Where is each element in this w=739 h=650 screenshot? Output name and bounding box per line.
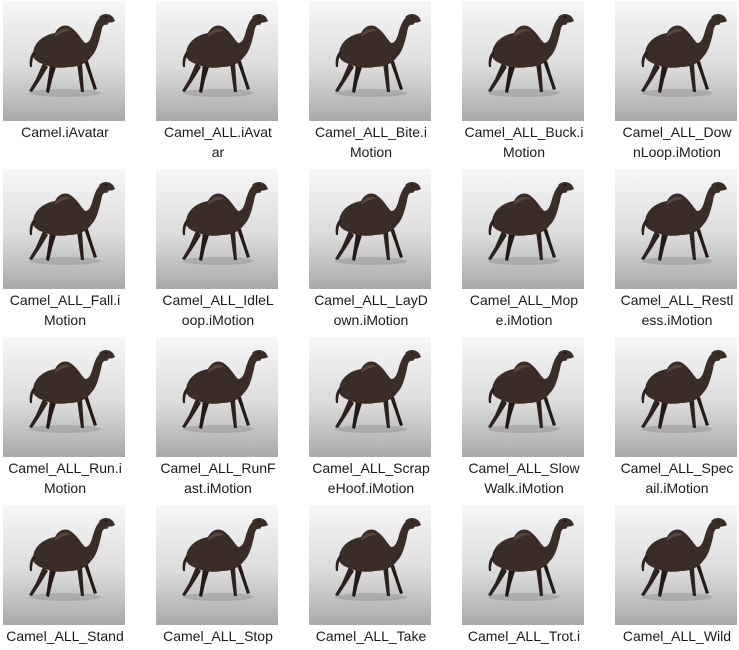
camel-thumbnail-icon xyxy=(3,505,125,625)
file-name-line: Camel_ALL_Slow xyxy=(468,460,580,476)
camel-thumbnail-icon xyxy=(156,1,278,121)
file-name-label: Camel_ALL_Buck.i Motion xyxy=(462,122,586,162)
file-item[interactable]: Camel_ALL_LayD own.iMotion xyxy=(309,169,459,333)
file-name-line: Camel_ALL_RunF xyxy=(160,460,276,476)
file-name-line: Motion xyxy=(502,144,546,160)
file-item[interactable]: Camel_ALL.iAvatar xyxy=(156,1,306,165)
file-name-label: Camel_ALL_Scrap eHoof.iMotion xyxy=(309,458,433,498)
camel-thumbnail-icon xyxy=(309,1,431,121)
camel-thumbnail-icon xyxy=(309,169,431,289)
file-name-line: Camel_ALL_Wild xyxy=(622,628,732,644)
file-item[interactable]: Camel_ALL_Scrap eHoof.iMotion xyxy=(309,337,459,501)
file-name-label: Camel.iAvatar xyxy=(3,122,127,142)
file-name-line: Camel_ALL_Stand xyxy=(6,628,124,644)
file-name-line: Camel_ALL_LayD xyxy=(314,292,428,308)
file-item[interactable]: Camel_ALL_Trot.i xyxy=(462,505,612,650)
file-item[interactable]: Camel_ALL_Spec ail.iMotion xyxy=(615,337,739,501)
file-name-line: ar xyxy=(211,144,225,160)
file-name-label: Camel_ALL_Spec ail.iMotion xyxy=(615,458,739,498)
file-name-label: Camel_ALL_Slow Walk.iMotion xyxy=(462,458,586,498)
file-name-line: nLoop.iMotion xyxy=(633,144,721,160)
file-item[interactable]: Camel_ALL_Bite.i Motion xyxy=(309,1,459,165)
file-item[interactable]: Camel_ALL_Buck.i Motion xyxy=(462,1,612,165)
camel-thumbnail-icon xyxy=(615,505,737,625)
file-name-line: Camel_ALL_Spec xyxy=(620,460,734,476)
camel-thumbnail-icon xyxy=(156,169,278,289)
file-item[interactable]: Camel_ALL_Restl ess.iMotion xyxy=(615,169,739,333)
file-name-line: Camel_ALL_Mop xyxy=(469,292,579,308)
file-item[interactable]: Camel_ALL_Take xyxy=(309,505,459,650)
file-name-label: Camel_ALL_Dow nLoop.iMotion xyxy=(615,122,739,162)
camel-thumbnail-icon xyxy=(615,169,737,289)
file-name-line: eHoof.iMotion xyxy=(327,480,415,496)
file-name-label: Camel_ALL_Fall.i Motion xyxy=(3,290,127,330)
file-item[interactable]: Camel_ALL_Fall.i Motion xyxy=(3,169,153,333)
file-item[interactable]: Camel_ALL_RunF ast.iMotion xyxy=(156,337,306,501)
file-name-label: Camel_ALL_LayD own.iMotion xyxy=(309,290,433,330)
file-name-label: Camel_ALL_Run.i Motion xyxy=(3,458,127,498)
file-item[interactable]: Camel.iAvatar xyxy=(3,1,153,165)
file-name-line: Camel_ALL_Run.i xyxy=(8,460,122,476)
file-name-line: Camel_ALL_Restl xyxy=(620,292,734,308)
file-name-label: Camel_ALL_Restl ess.iMotion xyxy=(615,290,739,330)
file-name-line: e.iMotion xyxy=(495,312,553,328)
camel-thumbnail-icon xyxy=(156,337,278,457)
file-name-label: Camel_ALL_Bite.i Motion xyxy=(309,122,433,162)
file-item[interactable]: Camel_ALL_Run.i Motion xyxy=(3,337,153,501)
file-thumbnail-grid: Camel.iAvatar Camel_ALL.iAvat ar Camel_A… xyxy=(0,0,739,650)
camel-thumbnail-icon xyxy=(156,505,278,625)
file-item[interactable]: Camel_ALL_Stop xyxy=(156,505,306,650)
file-item[interactable]: Camel_ALL_Wild xyxy=(615,505,739,650)
file-item[interactable]: Camel_ALL_Mop e.iMotion xyxy=(462,169,612,333)
file-name-line: Camel_ALL_Trot.i xyxy=(467,628,581,644)
file-name-line: oop.iMotion xyxy=(181,312,255,328)
file-name-line: Camel_ALL_Stop xyxy=(163,628,273,644)
file-name-label: Camel_ALL_Trot.i xyxy=(462,626,586,646)
file-name-line: Motion xyxy=(43,480,87,496)
camel-thumbnail-icon xyxy=(615,337,737,457)
file-name-label: Camel_ALL_Mop e.iMotion xyxy=(462,290,586,330)
file-name-line: Camel_ALL_IdleL xyxy=(162,292,274,308)
camel-thumbnail-icon xyxy=(462,505,584,625)
file-name-label: Camel_ALL_RunF ast.iMotion xyxy=(156,458,280,498)
file-name-line: Camel.iAvatar xyxy=(21,124,109,140)
camel-thumbnail-icon xyxy=(3,1,125,121)
file-name-line: Walk.iMotion xyxy=(484,480,564,496)
file-name-line: Camel_ALL_Take xyxy=(315,628,427,644)
file-item[interactable]: Camel_ALL_Stand xyxy=(3,505,153,650)
file-item[interactable]: Camel_ALL_Slow Walk.iMotion xyxy=(462,337,612,501)
file-name-line: Camel_ALL_Bite.i xyxy=(314,124,428,140)
file-item[interactable]: Camel_ALL_IdleL oop.iMotion xyxy=(156,169,306,333)
file-name-line: Camel_ALL_Fall.i xyxy=(9,292,121,308)
file-name-line: own.iMotion xyxy=(333,312,409,328)
file-name-line: Camel_ALL_Dow xyxy=(622,124,732,140)
file-name-label: Camel_ALL.iAvatar xyxy=(156,122,280,162)
camel-thumbnail-icon xyxy=(615,1,737,121)
file-name-label: Camel_ALL_Stop xyxy=(156,626,280,646)
camel-thumbnail-icon xyxy=(462,169,584,289)
file-item[interactable]: Camel_ALL_Dow nLoop.iMotion xyxy=(615,1,739,165)
file-name-line: Camel_ALL_Scrap xyxy=(312,460,430,476)
camel-thumbnail-icon xyxy=(462,1,584,121)
file-name-line: Motion xyxy=(349,144,393,160)
camel-thumbnail-icon xyxy=(3,169,125,289)
file-name-label: Camel_ALL_IdleL oop.iMotion xyxy=(156,290,280,330)
file-name-line: Camel_ALL.iAvat xyxy=(164,124,272,140)
file-name-line: Motion xyxy=(43,312,87,328)
file-name-line: Camel_ALL_Buck.i xyxy=(464,124,584,140)
camel-thumbnail-icon xyxy=(309,505,431,625)
camel-thumbnail-icon xyxy=(3,337,125,457)
file-name-line: ail.iMotion xyxy=(645,480,709,496)
file-name-line: ess.iMotion xyxy=(641,312,713,328)
file-name-label: Camel_ALL_Wild xyxy=(615,626,739,646)
camel-thumbnail-icon xyxy=(309,337,431,457)
camel-thumbnail-icon xyxy=(462,337,584,457)
file-name-label: Camel_ALL_Take xyxy=(309,626,433,646)
file-name-label: Camel_ALL_Stand xyxy=(3,626,127,646)
file-name-line: ast.iMotion xyxy=(184,480,252,496)
